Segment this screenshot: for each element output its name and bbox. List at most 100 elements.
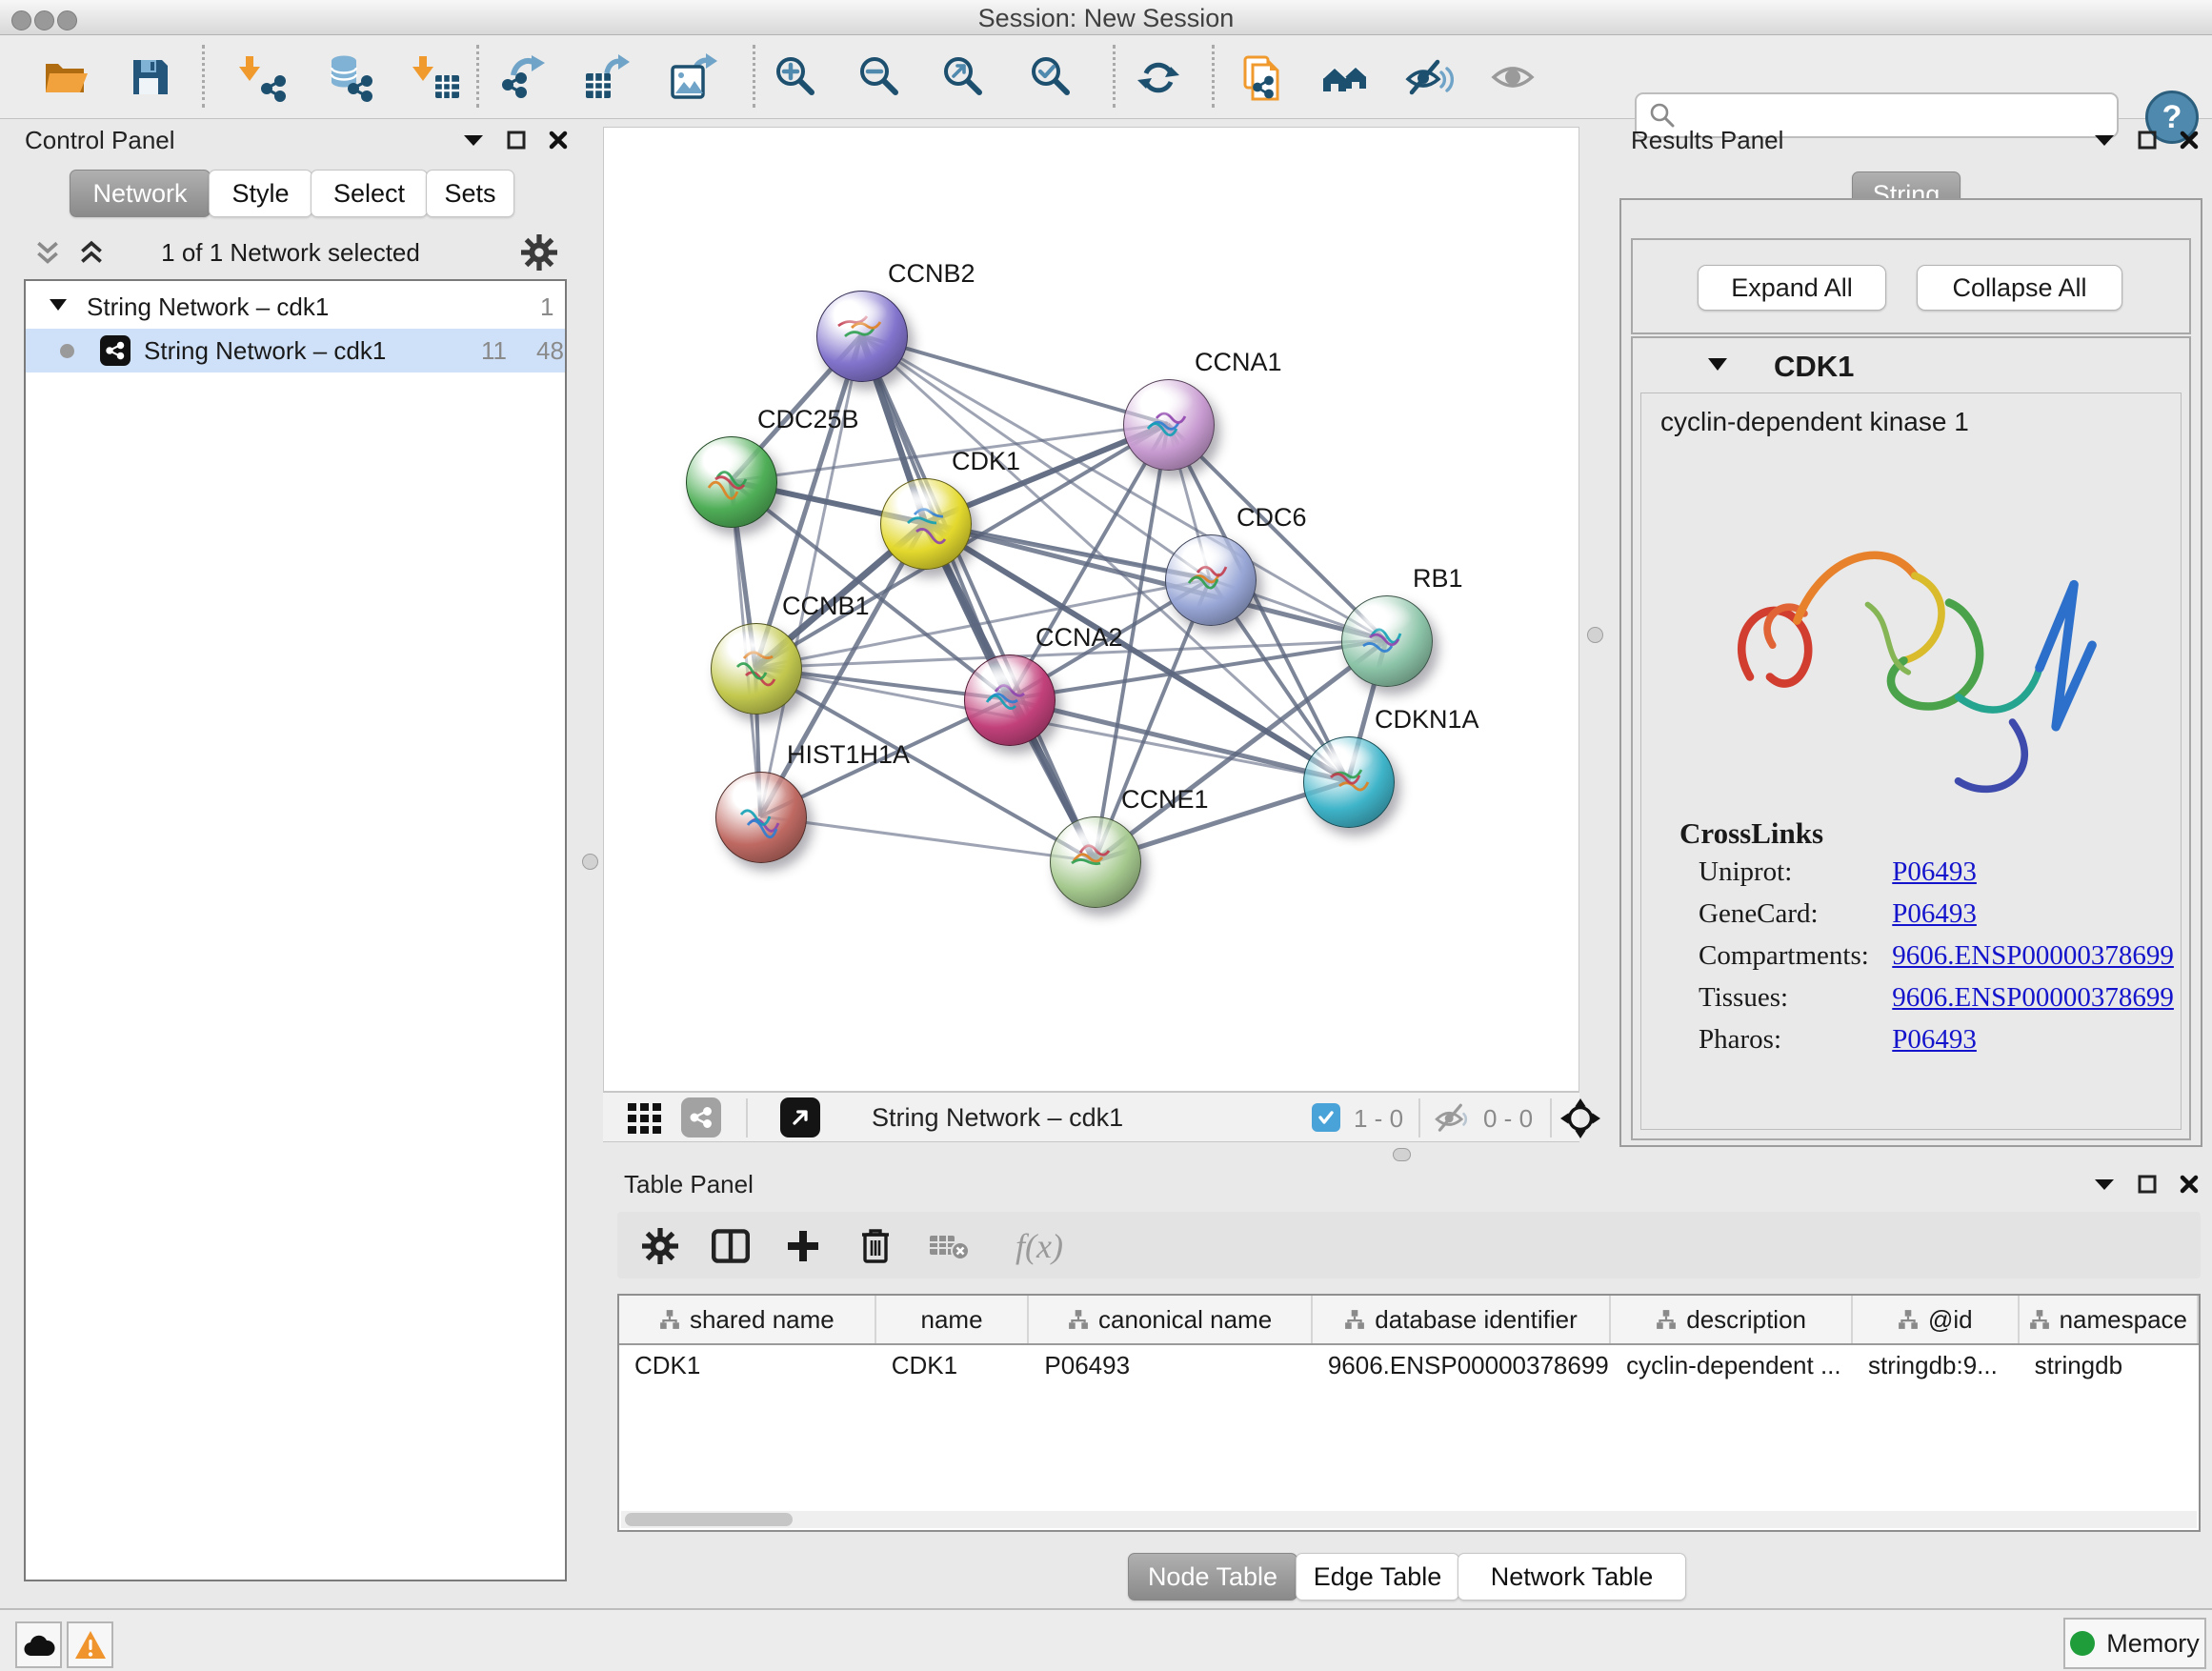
- zoom-selected-button[interactable]: [1025, 48, 1078, 107]
- zoom-out-button[interactable]: [854, 48, 907, 107]
- network-node-CDC6[interactable]: [1165, 534, 1257, 626]
- network-node-RB1[interactable]: [1341, 595, 1433, 687]
- column-header-shared-name[interactable]: shared name: [619, 1296, 876, 1343]
- column-header-database-identifier[interactable]: database identifier: [1313, 1296, 1611, 1343]
- table-cell: P06493: [1029, 1343, 1312, 1387]
- delete-table-button[interactable]: [928, 1224, 972, 1268]
- delete-column-button[interactable]: [854, 1224, 897, 1268]
- grid-view-icon[interactable]: [628, 1103, 666, 1134]
- zoom-fit-button[interactable]: [937, 48, 991, 107]
- import-network-database-button[interactable]: [323, 48, 376, 107]
- collapse-all-icon[interactable]: [33, 240, 62, 269]
- crosslink-link[interactable]: P06493: [1892, 856, 1977, 887]
- float-panel-icon[interactable]: [2094, 133, 2115, 147]
- tab-network[interactable]: Network: [70, 170, 211, 217]
- hide-selected-button[interactable]: [1402, 48, 1456, 107]
- network-row-selected[interactable]: String Network – cdk1 11 48: [26, 329, 565, 372]
- entry-expander-icon[interactable]: [1707, 357, 1728, 372]
- network-edge[interactable]: [861, 335, 1168, 424]
- crosslink-link[interactable]: P06493: [1892, 1024, 1977, 1055]
- open-session-button[interactable]: [38, 48, 91, 107]
- refresh-view-button[interactable]: [1132, 48, 1185, 107]
- clone-network-button[interactable]: [1236, 48, 1289, 107]
- crosslink-link[interactable]: 9606.ENSP00000378699: [1892, 982, 2174, 1013]
- table-settings-button[interactable]: [638, 1224, 682, 1268]
- tab-sets[interactable]: Sets: [426, 170, 514, 217]
- function-builder-button[interactable]: f(x): [998, 1224, 1080, 1268]
- table-panel-title: Table Panel: [624, 1170, 754, 1199]
- network-edge[interactable]: [760, 816, 1095, 861]
- float-panel-icon[interactable]: [2094, 1178, 2115, 1191]
- network-node-CCNB1[interactable]: [711, 623, 802, 715]
- right-splitter-handle[interactable]: [1587, 627, 1603, 643]
- maximize-panel-icon[interactable]: [507, 131, 526, 150]
- save-session-button[interactable]: [124, 48, 177, 107]
- warnings-button[interactable]: [67, 1621, 113, 1668]
- import-table-file-button[interactable]: [410, 48, 463, 107]
- horizontal-splitter-handle[interactable]: [1393, 1148, 1411, 1161]
- table-row[interactable]: CDK1CDK1P064939606.ENSP00000378699cyclin…: [619, 1343, 2199, 1387]
- memory-button[interactable]: Memory: [2063, 1618, 2206, 1669]
- crosslink-link[interactable]: 9606.ENSP00000378699: [1892, 940, 2174, 971]
- crosslink-row: Pharos: P06493: [1699, 1024, 2175, 1066]
- collapse-all-button[interactable]: Collapse All: [1917, 265, 2122, 311]
- export-network-button[interactable]: [498, 48, 552, 107]
- network-canvas[interactable]: CCNB2 CCNA1 CDC25B CDK1 CDC6 RB1 CCNB1 C…: [603, 127, 1579, 1092]
- column-header-canonical-name[interactable]: canonical name: [1029, 1296, 1312, 1343]
- crosslink-link[interactable]: P06493: [1892, 898, 1977, 929]
- network-node-HIST1H1A[interactable]: [715, 772, 807, 863]
- show-columns-button[interactable]: [709, 1224, 753, 1268]
- maximize-panel-icon[interactable]: [2138, 131, 2157, 150]
- show-all-button[interactable]: [1486, 48, 1539, 107]
- left-splitter-handle[interactable]: [582, 854, 598, 870]
- results-panel-body: Expand All Collapse All CDK1 cyclin-depe…: [1619, 198, 2202, 1147]
- expand-all-icon[interactable]: [77, 240, 106, 269]
- import-network-file-button[interactable]: [236, 48, 290, 107]
- network-node-CDKN1A[interactable]: [1303, 736, 1395, 828]
- network-edge[interactable]: [861, 335, 1095, 861]
- network-node-CDK1[interactable]: [880, 478, 972, 570]
- detach-view-button[interactable]: [780, 1097, 820, 1137]
- float-panel-icon[interactable]: [463, 133, 484, 147]
- close-panel-icon[interactable]: [2180, 131, 2199, 150]
- network-edge[interactable]: [1009, 699, 1348, 781]
- column-header-id[interactable]: @id: [1853, 1296, 2020, 1343]
- network-node-CCNB2[interactable]: [816, 291, 908, 382]
- add-column-button[interactable]: [781, 1224, 825, 1268]
- table-hscroll-thumb[interactable]: [625, 1513, 793, 1526]
- expand-all-button[interactable]: Expand All: [1698, 265, 1886, 311]
- close-panel-icon[interactable]: [2180, 1175, 2199, 1194]
- birdseye-icon[interactable]: [1560, 1098, 1600, 1138]
- network-node-CDC25B[interactable]: [686, 436, 777, 528]
- collection-label: String Network – cdk1: [87, 292, 329, 322]
- selected-checkbox[interactable]: [1312, 1103, 1340, 1132]
- network-node-CCNA2[interactable]: [964, 654, 1056, 746]
- zoom-in-button[interactable]: [770, 48, 823, 107]
- column-header-namespace[interactable]: namespace: [2020, 1296, 2199, 1343]
- tab-edge-table[interactable]: Edge Table: [1296, 1553, 1459, 1601]
- open-folder-icon: [40, 52, 90, 102]
- network-icon-button[interactable]: [681, 1097, 721, 1137]
- maximize-panel-icon[interactable]: [2138, 1175, 2157, 1194]
- export-image-button[interactable]: [666, 48, 719, 107]
- export-table-button[interactable]: [580, 48, 633, 107]
- first-neighbors-button[interactable]: [1319, 48, 1373, 107]
- network-node-CCNA1[interactable]: [1123, 379, 1215, 471]
- network-edges-layer: [604, 128, 1580, 1093]
- close-panel-icon[interactable]: [549, 131, 568, 150]
- gear-icon[interactable]: [521, 234, 557, 271]
- table-hscrollbar[interactable]: [621, 1511, 2197, 1528]
- tab-network-table[interactable]: Network Table: [1458, 1553, 1686, 1601]
- cloud-status-button[interactable]: [15, 1621, 62, 1668]
- network-collection-row[interactable]: String Network – cdk1 1: [26, 285, 565, 329]
- column-header-description[interactable]: description: [1611, 1296, 1853, 1343]
- tab-node-table[interactable]: Node Table: [1128, 1553, 1297, 1601]
- network-node-CCNE1[interactable]: [1050, 816, 1141, 908]
- protein-thumbnail: [1342, 596, 1432, 686]
- tab-select[interactable]: Select: [311, 170, 428, 217]
- tree-expander-icon[interactable]: [49, 298, 68, 312]
- zoom-in-icon: [772, 52, 821, 102]
- column-header-name[interactable]: name: [876, 1296, 1030, 1343]
- tab-style[interactable]: Style: [209, 170, 312, 217]
- result-entry-header[interactable]: CDK1: [1633, 338, 2189, 393]
